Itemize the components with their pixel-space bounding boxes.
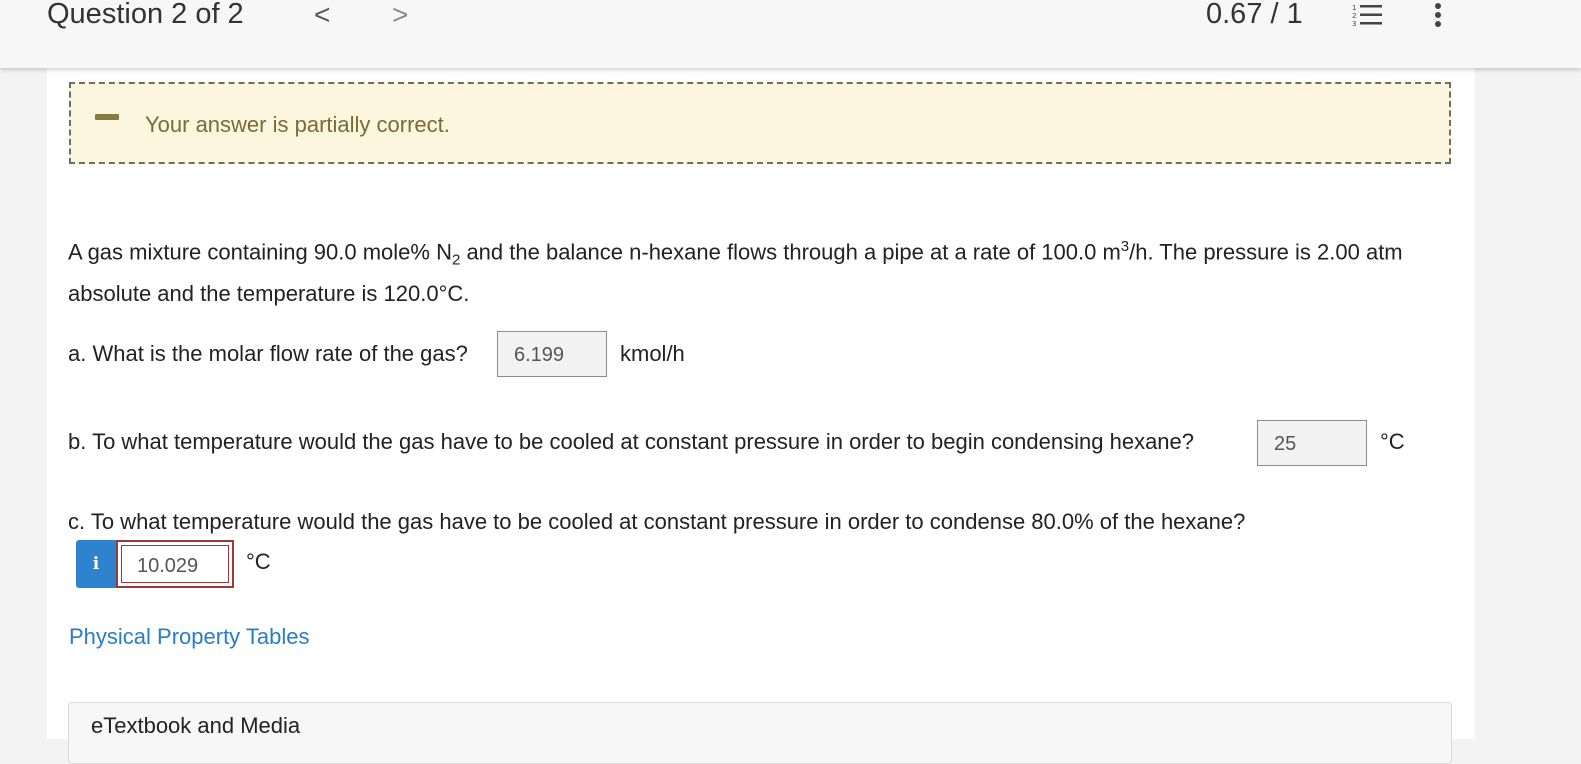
feedback-message: Your answer is partially correct. <box>145 112 450 137</box>
part-b-question: b. To what temperature would the gas hav… <box>68 429 1195 454</box>
next-question-button[interactable]: > <box>392 0 408 30</box>
feedback-banner: Your answer is partially correct. <box>69 82 1451 164</box>
score-display: 0.67 / 1 <box>1206 0 1303 30</box>
svg-text:3: 3 <box>1352 20 1356 27</box>
part-c-answer-field[interactable]: 10.029 <box>116 540 234 588</box>
vertical-ellipsis-icon[interactable] <box>1432 2 1444 30</box>
part-a-question: a. What is the molar flow rate of the ga… <box>68 341 468 366</box>
info-icon[interactable]: i <box>76 540 116 588</box>
part-a-unit: kmol/h <box>620 341 685 366</box>
part-c-answer-value[interactable]: 10.029 <box>121 545 229 583</box>
part-b-answer-field[interactable]: 25 <box>1257 420 1367 466</box>
part-b-unit: °C <box>1380 429 1405 454</box>
problem-text-2: and the balance n-hexane flows through a… <box>460 239 1121 265</box>
part-a-answer-field[interactable]: 6.199 <box>497 331 607 377</box>
question-title: Question 2 of 2 <box>47 0 244 30</box>
svg-text:1: 1 <box>1352 4 1356 12</box>
etextbook-media-panel[interactable]: eTextbook and Media <box>68 702 1452 764</box>
previous-question-button[interactable]: < <box>314 0 330 30</box>
problem-text-1: A gas mixture containing 90.0 mole% N <box>68 239 452 265</box>
question-content: Your answer is partially correct. A gas … <box>47 68 1475 764</box>
problem-superscript: 3 <box>1120 238 1130 255</box>
numbered-list-icon[interactable]: 1 2 3 <box>1352 3 1384 27</box>
part-c-unit: °C <box>246 549 271 574</box>
partial-dash-icon <box>95 114 119 120</box>
etextbook-media-title[interactable]: eTextbook and Media <box>91 713 300 739</box>
problem-statement: A gas mixture containing 90.0 mole% N2 a… <box>68 230 1438 310</box>
physical-property-tables-link[interactable]: Physical Property Tables <box>69 624 310 650</box>
part-c-question: c. To what temperature would the gas hav… <box>68 509 1246 534</box>
svg-text:2: 2 <box>1352 12 1356 20</box>
question-header: Question 2 of 2 < > 0.67 / 1 1 2 3 <box>0 0 1581 68</box>
